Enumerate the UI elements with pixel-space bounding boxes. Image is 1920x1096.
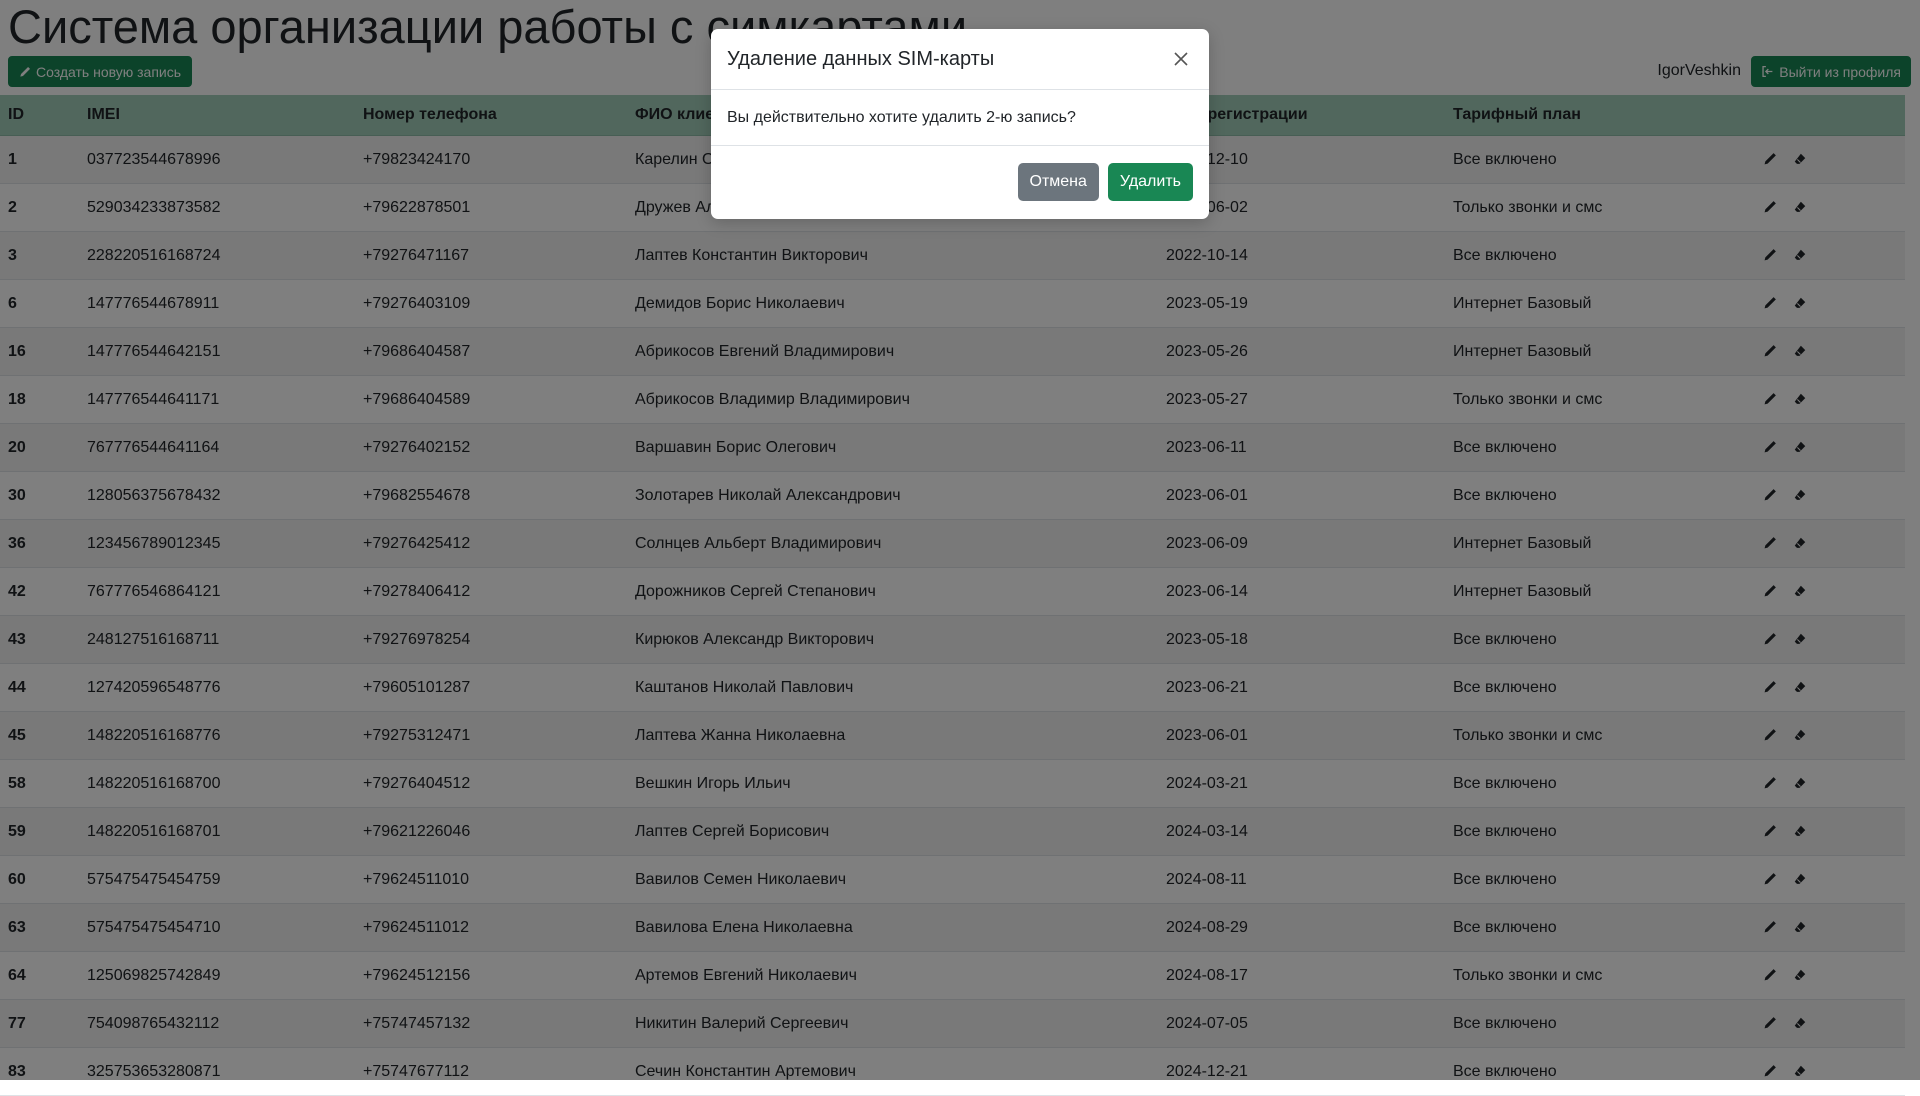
modal-title: Удаление данных SIM-карты (727, 47, 995, 70)
modal-footer: Отмена Удалить (711, 146, 1209, 218)
close-icon (1174, 52, 1188, 66)
modal-message: Вы действительно хотите удалить 2-ю запи… (727, 108, 1076, 126)
confirm-delete-button[interactable]: Удалить (1107, 163, 1193, 201)
modal-header: Удаление данных SIM-карты (711, 29, 1209, 90)
delete-confirmation-modal: Удаление данных SIM-карты Вы действитель… (711, 29, 1209, 219)
modal-body: Вы действительно хотите удалить 2-ю запи… (711, 90, 1209, 146)
cancel-button[interactable]: Отмена (1017, 163, 1099, 201)
modal-close-button[interactable] (1169, 47, 1193, 71)
